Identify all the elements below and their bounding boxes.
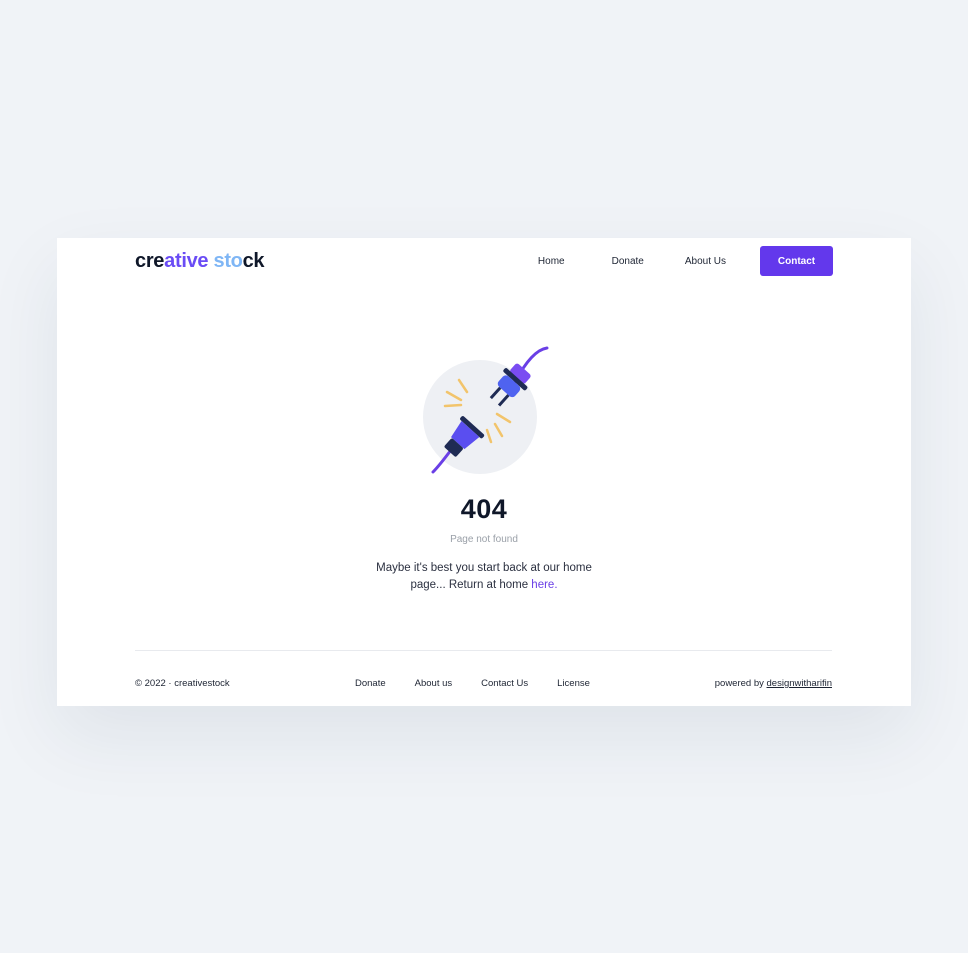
powered-by: powered by designwitharifin [715, 678, 832, 689]
powered-by-prefix: powered by [714, 678, 767, 689]
message-line-2: page... Return at home [410, 579, 532, 591]
error-subtitle: Page not found [450, 534, 518, 545]
main-nav: Home Donate About Us Contact [538, 246, 833, 276]
nav-home-link[interactable]: Home [538, 256, 565, 267]
brand-logo[interactable]: creative stock [135, 250, 265, 273]
footer-donate-link[interactable]: Donate [355, 678, 386, 689]
message-line-1: Maybe it's best you start back at our ho… [376, 562, 592, 574]
footer-license-link[interactable]: License [557, 678, 590, 689]
error-code: 404 [460, 494, 508, 524]
author-link[interactable]: designwitharifin [767, 678, 832, 689]
home-link[interactable]: here. [531, 579, 557, 591]
footer: © 2022 · creativestock Donate About us C… [135, 678, 832, 692]
footer-contact-link[interactable]: Contact Us [481, 678, 528, 689]
copyright-text: © 2022 · creativestock [135, 678, 230, 689]
error-message: Maybe it's best you start back at our ho… [57, 560, 911, 594]
contact-button[interactable]: Contact [760, 246, 833, 276]
page-card: creative stock Home Donate About Us Cont… [57, 238, 911, 706]
footer-links: Donate About us Contact Us License [355, 678, 590, 689]
nav-donate-link[interactable]: Donate [612, 256, 644, 267]
footer-divider [135, 650, 832, 651]
footer-about-link[interactable]: About us [415, 678, 453, 689]
nav-about-link[interactable]: About Us [685, 256, 726, 267]
unplugged-plug-icon [423, 346, 549, 474]
